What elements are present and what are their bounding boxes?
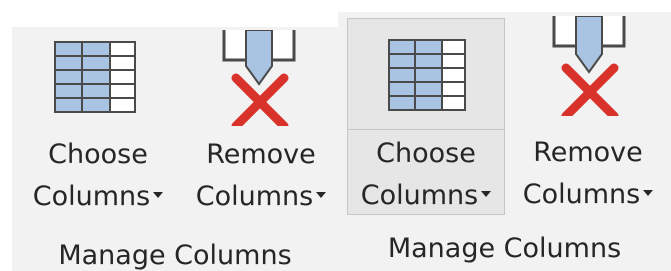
dropdown-caret-icon xyxy=(316,191,327,198)
remove-columns-button[interactable]: Remove Columns xyxy=(184,27,338,227)
table-columns-icon xyxy=(388,39,466,115)
manage-columns-group-normal: Choose Columns Remove Columns Manage Col… xyxy=(12,27,338,271)
remove-columns-label-line2: Columns xyxy=(184,177,338,217)
remove-columns-button[interactable]: Remove Columns xyxy=(508,15,668,215)
manage-columns-group-hover: Choose Columns Remove Columns Manage Col… xyxy=(338,12,671,271)
remove-columns-label-line1: Remove xyxy=(206,139,316,170)
remove-columns-label-line1: Remove xyxy=(533,137,643,168)
dropdown-caret-icon xyxy=(643,189,654,196)
choose-columns-button[interactable]: Choose Columns xyxy=(12,27,184,227)
choose-columns-label-line1: Choose xyxy=(376,138,476,169)
split-button-divider xyxy=(348,129,504,130)
dropdown-caret-icon xyxy=(153,191,164,198)
remove-columns-icon xyxy=(546,15,636,121)
choose-columns-label-line2: Columns xyxy=(12,177,184,217)
choose-columns-label-line1: Choose xyxy=(48,139,148,170)
table-columns-icon xyxy=(54,41,136,117)
dropdown-caret-icon xyxy=(481,190,492,197)
choose-columns-label-line2: Columns xyxy=(348,176,504,216)
remove-columns-icon xyxy=(216,29,306,131)
group-label: Manage Columns xyxy=(58,240,292,271)
group-label: Manage Columns xyxy=(387,233,622,264)
choose-columns-button-hovered[interactable]: Choose Columns xyxy=(347,18,505,215)
remove-columns-label-line2: Columns xyxy=(508,175,668,215)
